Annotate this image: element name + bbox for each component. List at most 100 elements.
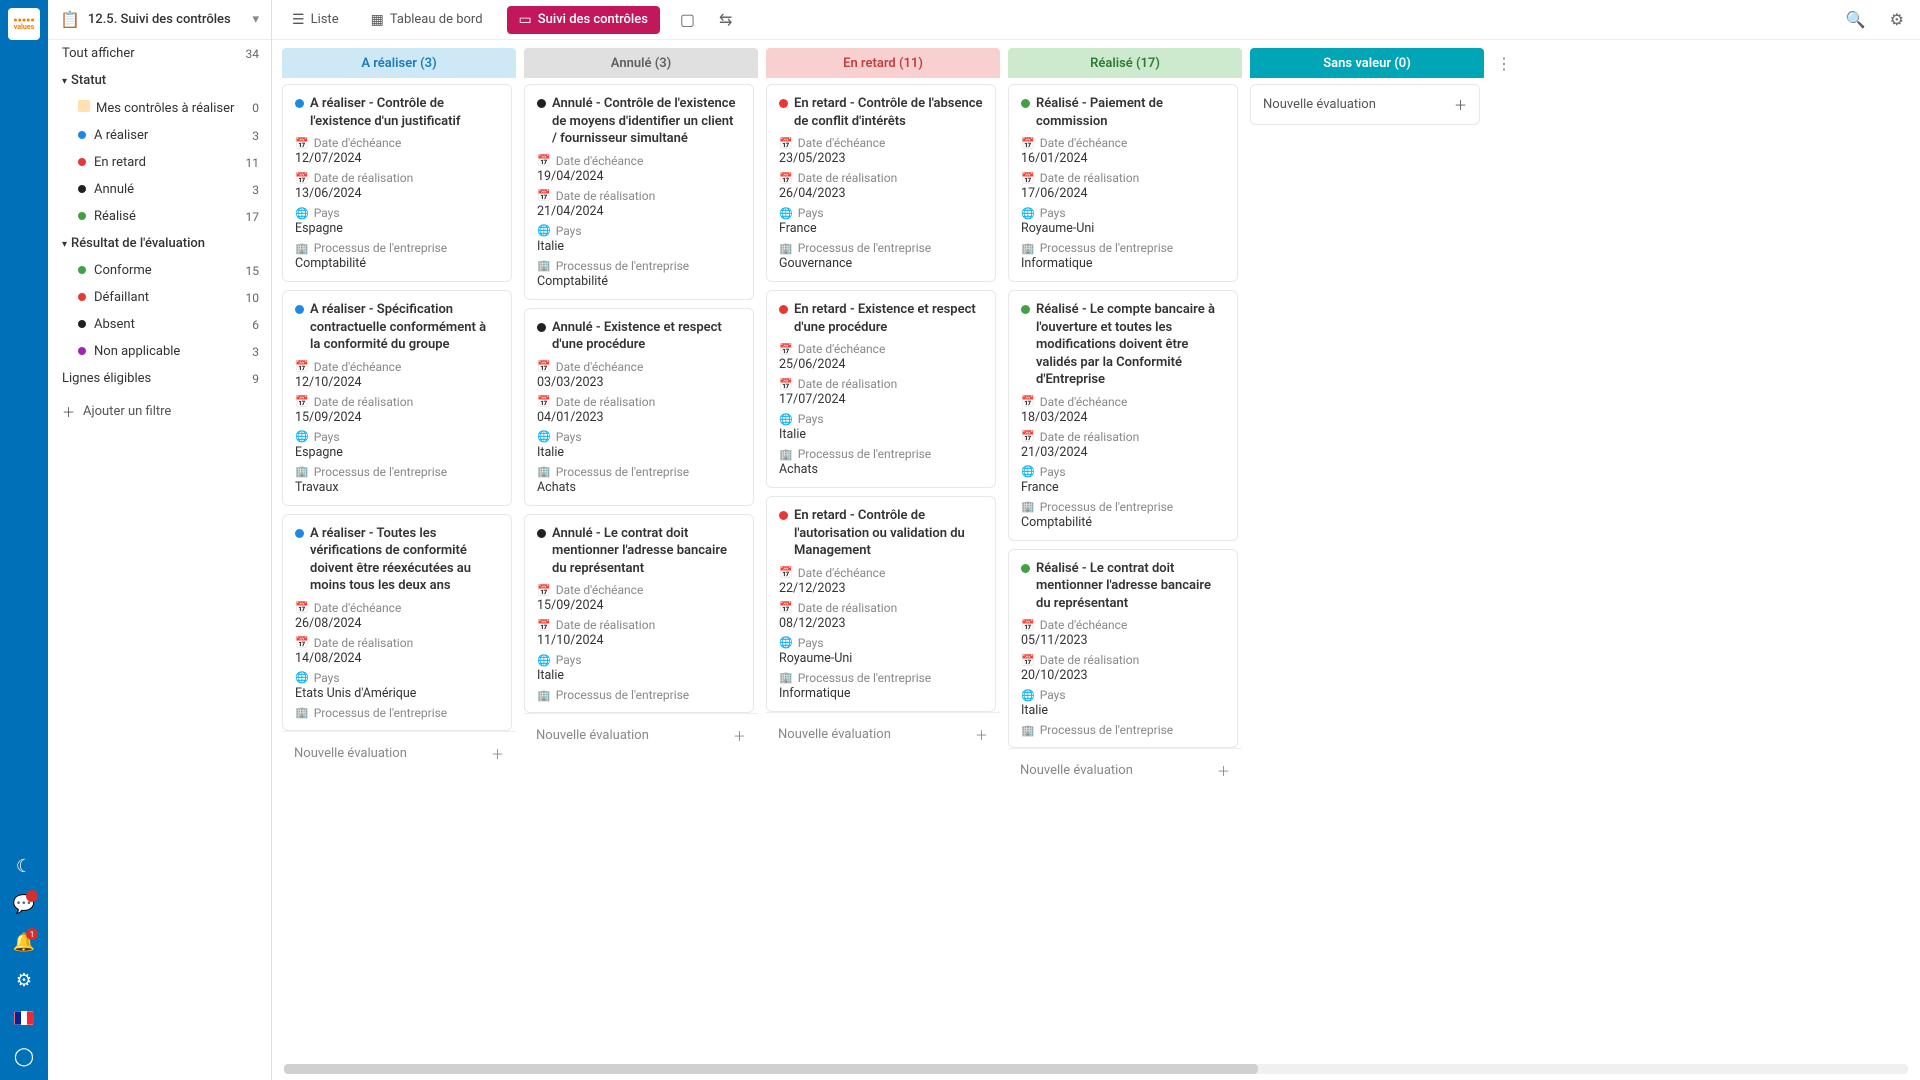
gear-icon[interactable]: ⚙ bbox=[1886, 6, 1908, 33]
link-icon[interactable]: ⇆ bbox=[715, 6, 736, 33]
calendar-icon: 📅 bbox=[295, 601, 309, 614]
due-date: 16/01/2024 bbox=[1021, 151, 1225, 166]
column-header[interactable]: Réalisé (17) bbox=[1008, 48, 1242, 78]
calendar-icon: 📅 bbox=[295, 172, 309, 185]
globe-icon: 🌐 bbox=[779, 636, 793, 649]
add-filter-button[interactable]: ＋ Ajouter un filtre bbox=[48, 392, 271, 431]
filter-item[interactable]: Non applicable3 bbox=[48, 338, 271, 365]
process: Informatique bbox=[779, 686, 983, 701]
status-dot bbox=[1021, 305, 1030, 314]
clipboard-icon: 📋 bbox=[60, 10, 80, 29]
present-icon[interactable]: ▢ bbox=[676, 6, 699, 33]
column-header[interactable]: Annulé (3) bbox=[524, 48, 758, 78]
dashboard-icon: ▦ bbox=[371, 12, 384, 28]
new-evaluation-button[interactable]: Nouvelle évaluation＋ bbox=[282, 731, 516, 775]
filter-item[interactable]: En retard11 bbox=[48, 149, 271, 176]
column-header[interactable]: En retard (11) bbox=[766, 48, 1000, 78]
card-title: Réalisé - Paiement de commission bbox=[1036, 95, 1225, 130]
due-date: 26/08/2024 bbox=[295, 616, 499, 631]
user-icon[interactable]: ◯ bbox=[8, 1040, 40, 1072]
new-evaluation-button[interactable]: Nouvelle évaluation＋ bbox=[766, 712, 1000, 756]
kanban-card[interactable]: A réaliser - Spécification contractuelle… bbox=[282, 290, 512, 506]
status-dot bbox=[295, 99, 304, 108]
calendar-icon: 📅 bbox=[1021, 654, 1035, 667]
locale-icon[interactable] bbox=[8, 1002, 40, 1034]
country: Italie bbox=[537, 668, 741, 683]
calendar-icon: 📅 bbox=[1021, 172, 1035, 185]
filter-item[interactable]: Réalisé17 bbox=[48, 203, 271, 230]
status-dot bbox=[537, 99, 546, 108]
process-icon: 🏢 bbox=[1021, 242, 1035, 255]
calendar-icon: 📅 bbox=[779, 172, 793, 185]
column-body: Annulé - Contrôle de l'existence de moye… bbox=[524, 84, 758, 713]
kanban-card[interactable]: Réalisé - Paiement de commission📅Date d'… bbox=[1008, 84, 1238, 282]
calendar-icon: 📅 bbox=[295, 360, 309, 373]
kanban-card[interactable]: En retard - Contrôle de l'absence de con… bbox=[766, 84, 996, 282]
country: Etats Unis d'Amérique bbox=[295, 686, 499, 701]
kanban-card[interactable]: Réalisé - Le compte bancaire à l'ouvertu… bbox=[1008, 290, 1238, 541]
card-title: En retard - Contrôle de l'absence de con… bbox=[794, 95, 983, 130]
kanban-card[interactable]: Annulé - Le contrat doit mentionner l'ad… bbox=[524, 514, 754, 714]
calendar-icon: 📅 bbox=[537, 154, 551, 167]
show-all-filter[interactable]: Tout afficher 34 bbox=[48, 40, 271, 67]
due-date: 23/05/2023 bbox=[779, 151, 983, 166]
theme-icon[interactable]: ☾ bbox=[8, 850, 40, 882]
card-title: Annulé - Contrôle de l'existence de moye… bbox=[552, 95, 741, 148]
done-date: 04/01/2023 bbox=[537, 410, 741, 425]
status-dot bbox=[78, 347, 86, 355]
eligible-lines[interactable]: Lignes éligibles 9 bbox=[48, 365, 271, 392]
horizontal-scrollbar[interactable] bbox=[284, 1064, 1908, 1074]
due-date: 19/04/2024 bbox=[537, 169, 741, 184]
kanban-card[interactable]: A réaliser - Toutes les vérifications de… bbox=[282, 514, 512, 731]
country: Italie bbox=[1021, 703, 1225, 718]
due-date: 12/07/2024 bbox=[295, 151, 499, 166]
filter-group-header[interactable]: ▾Statut bbox=[48, 67, 271, 94]
filter-item[interactable]: Annulé3 bbox=[48, 176, 271, 203]
app-logo: ●●●●●values bbox=[8, 8, 40, 40]
column-body: Nouvelle évaluation＋ bbox=[1250, 84, 1484, 133]
search-icon[interactable]: 🔍 bbox=[1842, 6, 1870, 33]
kanban-column: Sans valeur (0) Nouvelle évaluation＋ bbox=[1250, 48, 1484, 133]
process: Travaux bbox=[295, 480, 499, 495]
status-dot bbox=[78, 131, 86, 139]
column-header[interactable]: A réaliser (3) bbox=[282, 48, 516, 78]
column-menu-icon[interactable]: ⋮ bbox=[1492, 48, 1516, 1060]
country: France bbox=[779, 221, 983, 236]
filter-item[interactable]: Mes contrôles à réaliser0 bbox=[48, 94, 271, 122]
globe-icon: 🌐 bbox=[537, 654, 551, 667]
kanban-column: Annulé (3) Annulé - Contrôle de l'existen… bbox=[524, 48, 758, 757]
new-evaluation-button[interactable]: Nouvelle évaluation＋ bbox=[1250, 84, 1480, 125]
filter-group-header[interactable]: ▾Résultat de l'évaluation bbox=[48, 230, 271, 257]
done-date: 21/04/2024 bbox=[537, 204, 741, 219]
card-title: En retard - Contrôle de l'autorisation o… bbox=[794, 507, 983, 560]
card-title: A réaliser - Toutes les vérifications de… bbox=[310, 525, 499, 595]
kanban-card[interactable]: Réalisé - Le contrat doit mentionner l'a… bbox=[1008, 549, 1238, 749]
kanban-view-tab[interactable]: ▭Suivi des contrôles bbox=[507, 6, 660, 34]
new-evaluation-button[interactable]: Nouvelle évaluation＋ bbox=[524, 713, 758, 757]
new-evaluation-button[interactable]: Nouvelle évaluation＋ bbox=[1008, 748, 1242, 792]
kanban-card[interactable]: Annulé - Existence et respect d'une proc… bbox=[524, 308, 754, 506]
filter-item[interactable]: A réaliser3 bbox=[48, 122, 271, 149]
calendar-icon: 📅 bbox=[779, 378, 793, 391]
status-dot bbox=[78, 266, 86, 274]
dashboard-view-tab[interactable]: ▦Tableau de bord bbox=[363, 8, 491, 32]
kanban-card[interactable]: En retard - Existence et respect d'une p… bbox=[766, 290, 996, 488]
page-selector[interactable]: 📋 12.5. Suivi des contrôles ▾ bbox=[48, 0, 271, 40]
kanban-card[interactable]: Annulé - Contrôle de l'existence de moye… bbox=[524, 84, 754, 300]
list-view-tab[interactable]: ☰Liste bbox=[284, 8, 347, 32]
chevron-down-icon: ▾ bbox=[252, 12, 259, 27]
kanban-card[interactable]: A réaliser - Contrôle de l'existence d'u… bbox=[282, 84, 512, 282]
process: Comptabilité bbox=[295, 256, 499, 271]
status-dot bbox=[78, 158, 86, 166]
kanban-card[interactable]: En retard - Contrôle de l'autorisation o… bbox=[766, 496, 996, 712]
filter-item[interactable]: Conforme15 bbox=[48, 257, 271, 284]
chat-icon[interactable]: 💬 bbox=[8, 888, 40, 920]
filter-item[interactable]: Absent6 bbox=[48, 311, 271, 338]
kanban-column: En retard (11) En retard - Contrôle de l'… bbox=[766, 48, 1000, 756]
globe-icon: 🌐 bbox=[779, 413, 793, 426]
filter-item[interactable]: Défaillant10 bbox=[48, 284, 271, 311]
column-header[interactable]: Sans valeur (0) bbox=[1250, 48, 1484, 78]
settings-rail-icon[interactable]: ⚙ bbox=[8, 964, 40, 996]
bell-icon[interactable]: 🔔1 bbox=[8, 926, 40, 958]
process: Achats bbox=[779, 462, 983, 477]
